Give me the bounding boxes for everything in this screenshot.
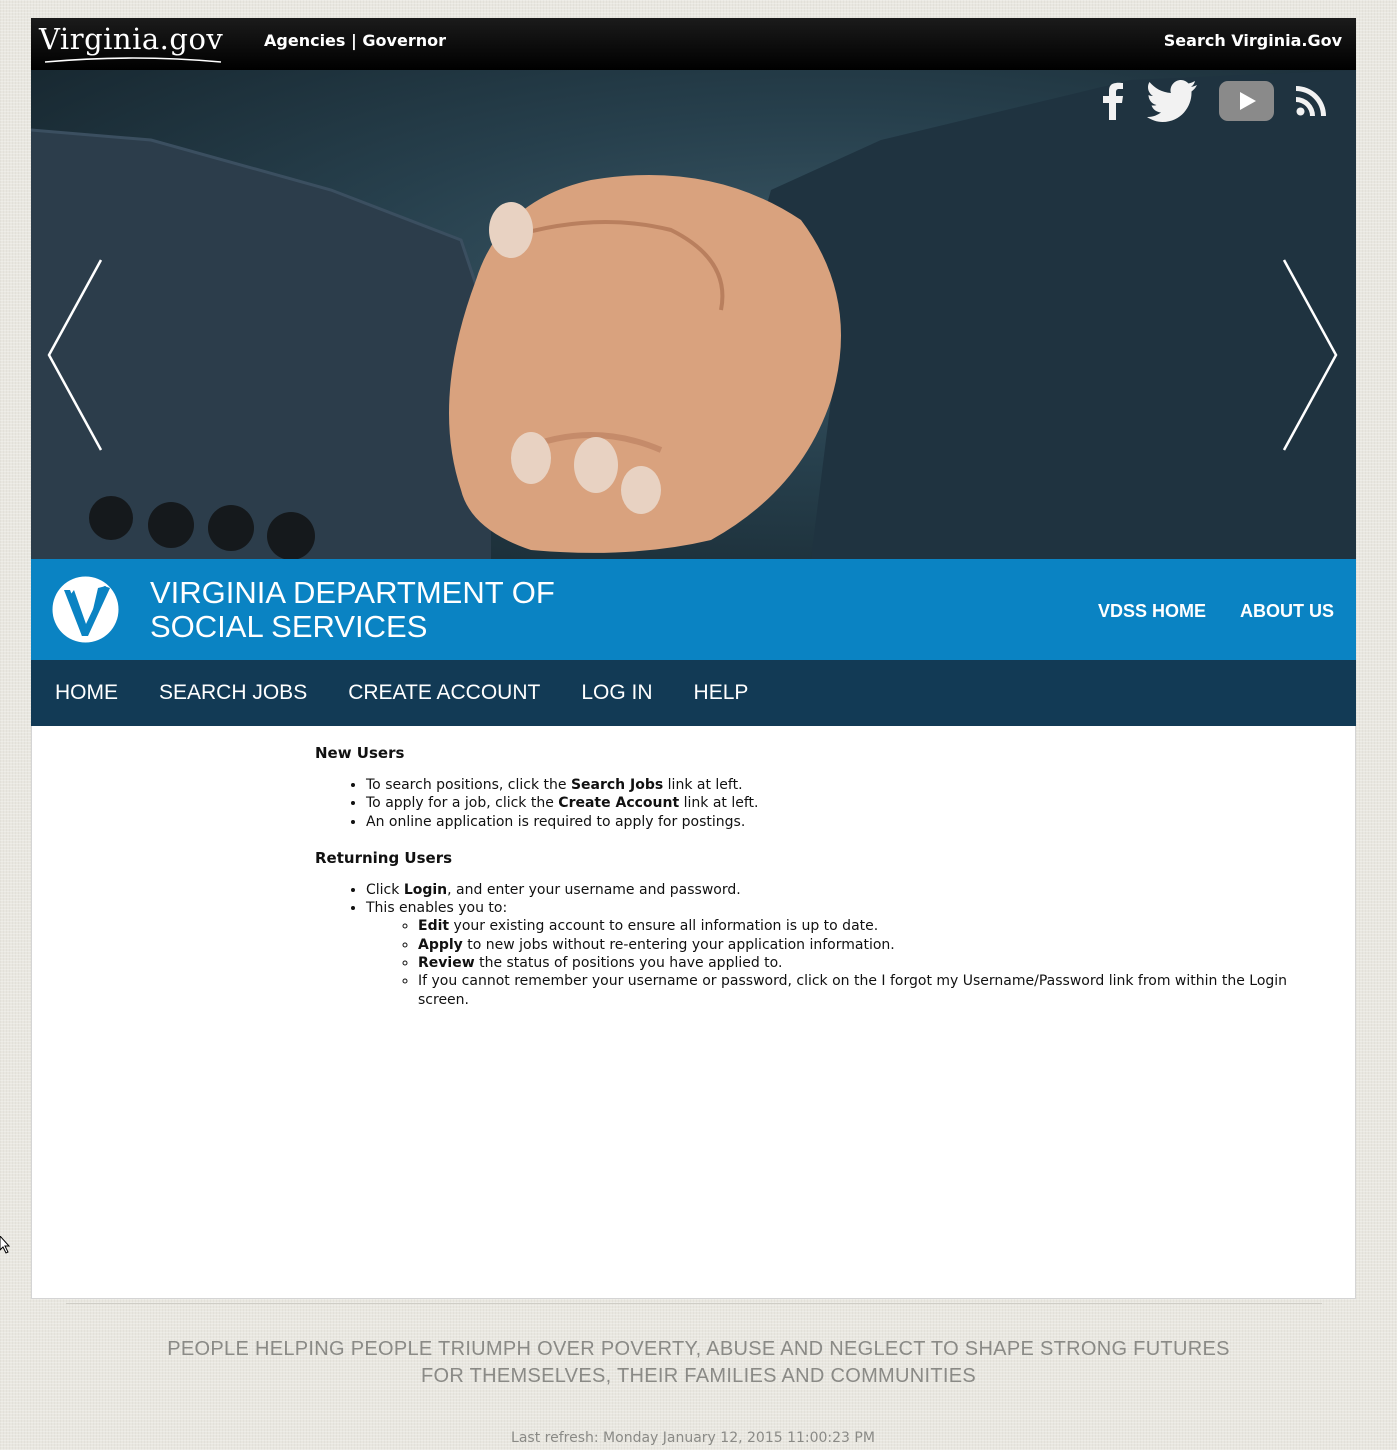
vdss-v-logo-icon[interactable]	[52, 576, 119, 647]
main-content: New Users To search positions, click the…	[31, 726, 1356, 1299]
social-links	[1101, 80, 1326, 126]
logo-suffix: .gov	[159, 22, 224, 56]
item-text: To apply for a job, click the	[366, 795, 559, 812]
list-item: Click Login, and enter your username and…	[366, 881, 1315, 899]
list-item: Edit your existing account to ensure all…	[418, 917, 1315, 935]
new-users-list: To search positions, click the Search Jo…	[315, 776, 1315, 831]
handshake-image	[31, 70, 1356, 559]
list-item: An online application is required to app…	[366, 813, 1315, 831]
agency-title-line2: SOCIAL SERVICES	[150, 609, 428, 644]
apply-ref: Apply	[418, 936, 463, 953]
new-users-heading: New Users	[315, 744, 405, 762]
page-container: Virginia.gov Agencies | Governor Search …	[31, 18, 1356, 1299]
returning-users-heading: Returning Users	[315, 848, 453, 867]
nav-help[interactable]: HELP	[694, 681, 749, 705]
login-ref: Login	[403, 881, 448, 898]
list-item: Apply to new jobs without re-entering yo…	[418, 936, 1315, 954]
edit-ref: Edit	[418, 918, 450, 935]
hero-carousel	[31, 70, 1356, 559]
agency-brand-bar: VIRGINIA DEPARTMENT OF SOCIAL SERVICES V…	[31, 559, 1356, 660]
agency-title: VIRGINIA DEPARTMENT OF SOCIAL SERVICES	[150, 576, 555, 644]
agency-title-line1: VIRGINIA DEPARTMENT OF	[150, 575, 555, 610]
item-text: If you cannot remember your username or …	[418, 973, 1288, 1008]
list-item: This enables you to: Edit your existing …	[366, 899, 1315, 1009]
virginia-gov-logo[interactable]: Virginia.gov	[39, 22, 223, 56]
footer-divider	[66, 1303, 1322, 1304]
last-refresh: Last refresh: Monday January 12, 2015 11…	[511, 1430, 875, 1446]
nav-create-account[interactable]: CREATE ACCOUNT	[348, 681, 540, 705]
rss-icon[interactable]	[1296, 86, 1326, 120]
about-us-link[interactable]: ABOUT US	[1240, 601, 1334, 622]
list-item: If you cannot remember your username or …	[418, 972, 1315, 1009]
carousel-prev-arrow-icon[interactable]	[47, 258, 103, 456]
logo-swoosh-icon	[44, 57, 222, 63]
governor-link[interactable]: Governor	[362, 31, 446, 50]
top-links-separator: |	[351, 31, 357, 50]
twitter-icon[interactable]	[1147, 80, 1197, 126]
nav-home[interactable]: HOME	[55, 681, 118, 705]
list-item: To apply for a job, click the Create Acc…	[366, 794, 1315, 812]
item-text: link at left.	[663, 777, 743, 793]
item-text: link at left.	[679, 795, 759, 812]
main-nav: HOME SEARCH JOBS CREATE ACCOUNT LOG IN H…	[31, 660, 1356, 726]
item-text: your existing account to ensure all info…	[449, 918, 879, 935]
returning-users-list: Click Login, and enter your username and…	[315, 881, 1315, 1009]
virginia-gov-bar: Virginia.gov Agencies | Governor Search …	[31, 18, 1356, 70]
instructions: New Users To search positions, click the…	[315, 744, 1315, 1027]
carousel-next-arrow-icon[interactable]	[1282, 258, 1338, 456]
nav-log-in[interactable]: LOG IN	[581, 681, 652, 705]
search-jobs-ref: Search Jobs	[570, 777, 664, 793]
mouse-cursor-icon	[0, 1235, 11, 1258]
search-virginia-gov-link[interactable]: Search Virginia.Gov	[1164, 31, 1342, 50]
item-text: An online application is required to app…	[366, 813, 746, 830]
mission-tagline: PEOPLE HELPING PEOPLE TRIUMPH OVER POVER…	[0, 1336, 1397, 1390]
nav-search-jobs[interactable]: SEARCH JOBS	[159, 681, 307, 705]
facebook-icon[interactable]	[1101, 82, 1125, 124]
item-text: Click	[366, 881, 404, 898]
agencies-link[interactable]: Agencies	[264, 31, 345, 50]
item-text: to new jobs without re-entering your app…	[462, 936, 895, 953]
list-item: Review the status of positions you have …	[418, 954, 1315, 972]
logo-main: Virginia	[39, 22, 160, 56]
item-text: To search positions, click the	[366, 777, 571, 793]
brand-links: VDSS HOME ABOUT US	[1098, 601, 1334, 622]
top-links: Agencies | Governor	[264, 31, 446, 50]
youtube-icon[interactable]	[1219, 81, 1274, 125]
vdss-home-link[interactable]: VDSS HOME	[1098, 601, 1206, 622]
create-account-ref: Create Account	[558, 795, 680, 812]
list-item: To search positions, click the Search Jo…	[366, 776, 1315, 794]
item-text: the status of positions you have applied…	[474, 955, 783, 972]
tagline-line1: PEOPLE HELPING PEOPLE TRIUMPH OVER POVER…	[167, 1338, 1230, 1360]
tagline-line2: FOR THEMSELVES, THEIR FAMILIES AND COMMU…	[420, 1365, 976, 1387]
enables-list: Edit your existing account to ensure all…	[366, 917, 1315, 1008]
review-ref: Review	[418, 955, 475, 972]
item-text: , and enter your username and password.	[447, 881, 741, 898]
item-text: This enables you to:	[366, 900, 508, 917]
